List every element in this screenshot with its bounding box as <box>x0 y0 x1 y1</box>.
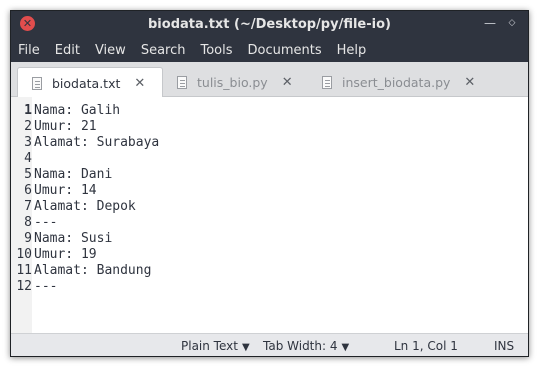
tab-insert-biodata-py[interactable]: insert_biodata.py ✕ <box>316 67 496 97</box>
chevron-down-icon: ▼ <box>341 342 350 353</box>
close-icon[interactable]: ✕ <box>464 75 475 90</box>
menu-edit[interactable]: Edit <box>55 43 80 58</box>
line-text[interactable]: Alamat: Surabaya <box>32 135 159 150</box>
editor-window: ✕ biodata.txt (~/Desktop/py/file-io) — ◇… <box>10 10 529 357</box>
menu-view[interactable]: View <box>95 43 126 58</box>
maximize-icon[interactable]: ◇ <box>504 14 520 32</box>
line-text[interactable]: Umur: 14 <box>32 183 97 198</box>
line-number: 10 <box>16 247 32 262</box>
line-text[interactable]: Umur: 21 <box>32 119 97 134</box>
chevron-down-icon: ▼ <box>241 342 250 353</box>
line-text[interactable]: Nama: Dani <box>32 167 112 182</box>
editor-line[interactable]: 2 Umur: 21 <box>11 119 97 135</box>
close-icon[interactable]: ✕ <box>282 75 293 90</box>
tab-width-label: Tab Width: <box>263 339 327 353</box>
line-number: 11 <box>16 263 32 278</box>
tab-width-selector[interactable]: Tab Width: 4 ▼ <box>263 334 350 356</box>
editor-line[interactable]: 12 --- <box>11 279 57 295</box>
tab-label: biodata.txt <box>52 75 121 91</box>
line-text[interactable]: Nama: Susi <box>32 231 112 246</box>
line-number: 2 <box>24 119 32 134</box>
editor-line[interactable]: 11 Alamat: Bandung <box>11 263 151 279</box>
line-number: 8 <box>24 215 32 230</box>
editor-line[interactable]: 1 Nama: Galih <box>11 103 120 119</box>
menu-file[interactable]: File <box>18 43 40 58</box>
line-text[interactable]: Alamat: Bandung <box>32 263 151 278</box>
tab-label: insert_biodata.py <box>342 74 451 90</box>
editor-line[interactable]: 8 --- <box>11 215 57 231</box>
line-text[interactable] <box>32 151 34 166</box>
editor-line[interactable]: 10 Umur: 19 <box>11 247 97 263</box>
text-file-icon <box>322 75 332 89</box>
text-editor-area[interactable]: 1 Nama: Galih 2 Umur: 21 3 Alamat: Surabaya… <box>11 97 528 333</box>
insert-mode[interactable]: INS <box>494 334 514 356</box>
tab-tulis-bio-py[interactable]: tulis_bio.py ✕ <box>171 67 311 97</box>
line-number: 1 <box>24 103 32 118</box>
tab-biodata-txt[interactable]: biodata.txt ✕ <box>17 67 163 98</box>
close-icon[interactable]: ✕ <box>134 76 145 91</box>
line-number: 3 <box>24 135 32 150</box>
menu-tools[interactable]: Tools <box>200 43 232 58</box>
language-label: Plain Text <box>181 339 238 353</box>
tab-width-value: 4 <box>329 339 338 353</box>
line-number: 4 <box>24 151 32 166</box>
text-file-icon <box>32 76 42 90</box>
line-text[interactable]: --- <box>32 215 57 230</box>
tab-label: tulis_bio.py <box>197 74 268 90</box>
window-title: biodata.txt (~/Desktop/py/file-io) <box>148 17 391 32</box>
language-selector[interactable]: Plain Text ▼ <box>181 334 250 356</box>
line-text[interactable]: --- <box>32 279 57 294</box>
line-text[interactable]: Umur: 19 <box>32 247 97 262</box>
editor-line[interactable]: 9 Nama: Susi <box>11 231 112 247</box>
editor-line[interactable]: 5 Nama: Dani <box>11 167 112 183</box>
menu-help[interactable]: Help <box>337 43 367 58</box>
line-number: 6 <box>24 183 32 198</box>
cursor-position[interactable]: Ln 1, Col 1 <box>394 334 458 356</box>
menu-search[interactable]: Search <box>141 43 186 58</box>
line-text[interactable]: Nama: Galih <box>32 103 120 118</box>
editor-line[interactable]: 3 Alamat: Surabaya <box>11 135 159 151</box>
line-number: 5 <box>24 167 32 182</box>
tab-bar: biodata.txt ✕ tulis_bio.py ✕ insert_biod… <box>11 62 528 98</box>
status-bar: Plain Text ▼ Tab Width: 4 ▼ Ln 1, Col 1 IN… <box>11 333 528 356</box>
line-text[interactable]: Alamat: Depok <box>32 199 136 214</box>
line-number: 9 <box>24 231 32 246</box>
minimize-icon[interactable]: — <box>482 14 498 32</box>
line-number: 7 <box>24 199 32 214</box>
editor-line[interactable]: 7 Alamat: Depok <box>11 199 136 215</box>
menu-bar: File Edit View Search Tools Documents He… <box>11 38 528 62</box>
text-file-icon <box>177 75 187 89</box>
title-bar[interactable]: ✕ biodata.txt (~/Desktop/py/file-io) — ◇ <box>11 11 528 38</box>
editor-line[interactable]: 6 Umur: 14 <box>11 183 97 199</box>
line-number: 12 <box>16 279 32 294</box>
editor-line[interactable]: 4 <box>11 151 34 167</box>
menu-documents[interactable]: Documents <box>248 43 322 58</box>
